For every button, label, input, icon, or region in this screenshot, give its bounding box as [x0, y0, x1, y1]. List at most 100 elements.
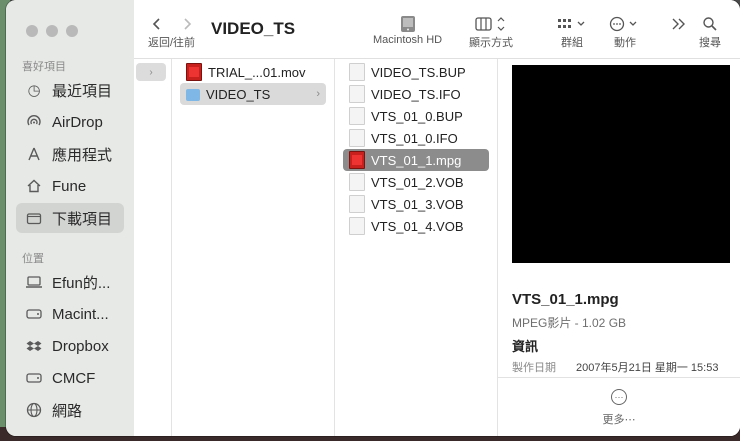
file-name: VIDEO_TS.BUP	[371, 64, 466, 80]
document-icon	[349, 85, 365, 103]
created-date-label: 製作日期	[512, 362, 556, 374]
list-item[interactable]: TRIAL_...01.mov	[180, 61, 326, 83]
group-icon	[556, 14, 588, 34]
list-item[interactable]: VTS_01_3.VOB	[343, 193, 489, 215]
document-icon	[349, 63, 365, 81]
file-name: VTS_01_1.mpg	[371, 152, 462, 168]
locations-section-title: 位置	[22, 253, 44, 265]
list-item-selected[interactable]: VIDEO_TS ›	[180, 83, 326, 105]
action-button[interactable]: 動作	[609, 14, 641, 50]
back-forward-button[interactable]: 返回/往前	[148, 14, 195, 50]
document-icon	[349, 173, 365, 191]
preview-pane: VTS_01_1.mpg MPEG影片 - 1.02 GB 資訊 製作日期 20…	[498, 59, 740, 436]
sidebar-item-label: 最近項目	[52, 82, 113, 100]
document-icon	[349, 107, 365, 125]
more-label: 更多⋯	[602, 413, 636, 426]
search-label: 搜尋	[699, 37, 721, 49]
sidebar-item-label: 下載項目	[52, 210, 113, 228]
globe-icon	[24, 400, 44, 420]
zoom-button[interactable]	[66, 25, 78, 37]
window-title: VIDEO_TS	[211, 19, 296, 38]
sidebar-item-label: 應用程式	[52, 146, 113, 164]
sidebar-item-cmcf[interactable]: CMCF	[16, 363, 124, 393]
airdrop-icon	[24, 112, 44, 132]
search-button[interactable]: 搜尋	[699, 14, 721, 50]
sidebar-item-home[interactable]: Fune	[16, 171, 124, 201]
sidebar-item-label: Fune	[52, 177, 87, 195]
more-actions-icon	[609, 14, 641, 34]
file-name: VTS_01_2.VOB	[371, 174, 464, 190]
video-preview-thumbnail[interactable]	[512, 65, 730, 263]
file-name: VTS_01_0.BUP	[371, 108, 463, 124]
sidebar-item-macintosh-hd[interactable]: Macint...	[16, 299, 124, 329]
folder-icon	[186, 89, 200, 101]
sidebar-item-applications[interactable]: 應用程式	[16, 139, 124, 169]
column-1: ›	[134, 59, 172, 436]
view-options-button[interactable]: 顯示方式	[469, 14, 513, 50]
back-forward-icon	[149, 14, 195, 34]
file-name: VTS_01_0.IFO	[371, 130, 458, 146]
sidebar-item-label: AirDrop	[52, 113, 103, 131]
preview-file-name: VTS_01_1.mpg	[512, 291, 619, 308]
home-icon	[24, 176, 44, 196]
film-icon	[186, 63, 202, 81]
dropbox-icon	[24, 336, 44, 356]
view-label: 顯示方式	[469, 37, 513, 49]
more-icon: ···	[611, 388, 627, 405]
document-icon	[349, 129, 365, 147]
window-controls	[26, 25, 78, 37]
disk-label: Macintosh HD	[373, 34, 443, 46]
sidebar: 喜好項目 ◷ 最近項目 AirDrop 應用程式 Fune 下載項目 位置 Ef…	[6, 0, 135, 436]
disk-icon	[24, 368, 44, 388]
sidebar-item-label: CMCF	[52, 369, 96, 387]
minimize-button[interactable]	[46, 25, 58, 37]
favorites-section-title: 喜好項目	[22, 61, 66, 73]
sidebar-item-downloads[interactable]: 下載項目	[16, 203, 124, 233]
document-icon	[349, 217, 365, 235]
chevron-right-icon: ›	[316, 88, 320, 100]
toolbar: 返回/往前 VIDEO_TS Macintosh HD 顯示方式 群組 動作 搜…	[134, 0, 740, 59]
sidebar-item-network[interactable]: 網路	[16, 395, 124, 425]
back-forward-label: 返回/往前	[148, 37, 196, 49]
sidebar-item-label: Macint...	[52, 305, 109, 323]
list-item[interactable]: VTS_01_0.IFO	[343, 127, 489, 149]
list-item[interactable]: VTS_01_4.VOB	[343, 215, 489, 237]
preview-info-heading: 資訊	[512, 339, 539, 354]
column-2: TRIAL_...01.mov VIDEO_TS ›	[172, 59, 335, 436]
search-icon	[702, 14, 718, 34]
laptop-icon	[24, 272, 44, 292]
disk-icon	[24, 304, 44, 324]
column-view-icon	[475, 14, 507, 34]
created-date-value: 2007年5月21日 星期一 15:53	[576, 362, 719, 374]
disk-button[interactable]: Macintosh HD	[373, 14, 442, 46]
group-button[interactable]: 群組	[556, 14, 588, 50]
sidebar-item-label: Efun的...	[52, 274, 111, 292]
file-name: VIDEO_TS	[206, 86, 271, 102]
list-item[interactable]: VIDEO_TS.BUP	[343, 61, 489, 83]
group-label: 群組	[561, 37, 583, 49]
list-item[interactable]: VTS_01_0.BUP	[343, 105, 489, 127]
list-item[interactable]: VIDEO_TS.IFO	[343, 83, 489, 105]
file-name: VTS_01_4.VOB	[371, 218, 464, 234]
sidebar-item-label: Dropbox	[52, 337, 109, 355]
apps-icon	[24, 144, 44, 164]
hard-drive-icon	[398, 14, 418, 34]
file-name: VTS_01_3.VOB	[371, 196, 464, 212]
sidebar-item-mac[interactable]: Efun的...	[16, 267, 124, 297]
file-name: TRIAL_...01.mov	[208, 64, 306, 80]
sidebar-item-airdrop[interactable]: AirDrop	[16, 107, 124, 137]
column-3: VIDEO_TS.BUP VIDEO_TS.IFO VTS_01_0.BUP V…	[335, 59, 498, 436]
close-button[interactable]	[26, 25, 38, 37]
column-1-selected-item[interactable]: ›	[136, 63, 166, 81]
clock-icon: ◷	[27, 82, 41, 99]
file-name: VIDEO_TS.IFO	[371, 86, 461, 102]
toolbar-overflow-button[interactable]	[670, 14, 686, 34]
more-button[interactable]: ··· 更多⋯	[498, 377, 740, 436]
list-item[interactable]: VTS_01_2.VOB	[343, 171, 489, 193]
list-item-selected[interactable]: VTS_01_1.mpg	[343, 149, 489, 171]
sidebar-item-recents[interactable]: ◷ 最近項目	[16, 75, 124, 105]
preview-file-meta: MPEG影片 - 1.02 GB	[512, 316, 627, 330]
downloads-icon	[24, 208, 44, 228]
double-chevron-icon	[670, 14, 686, 34]
sidebar-item-dropbox[interactable]: Dropbox	[16, 331, 124, 361]
